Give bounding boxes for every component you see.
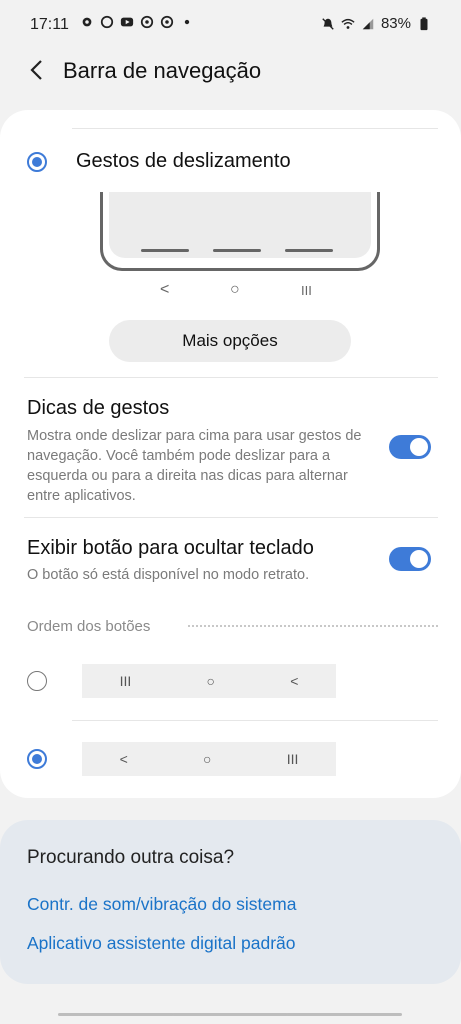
gear-icon: [82, 17, 92, 27]
chevron-left-icon: [30, 60, 42, 80]
signal-icon: [362, 18, 374, 29]
divider: [24, 377, 438, 378]
battery-icon: [420, 16, 428, 30]
button-order-option-1[interactable]: III ○ <: [82, 664, 336, 698]
divider: [24, 517, 438, 518]
hide-keyboard-button-title[interactable]: Exibir botão para ocultar teclado: [27, 537, 314, 560]
preview-back-icon: <: [160, 281, 170, 298]
hide-keyboard-button-description: O botão só está disponível no modo retra…: [27, 567, 310, 583]
divider: [72, 128, 438, 129]
wifi-icon: [341, 18, 355, 29]
section-dotted-line: [188, 625, 438, 627]
related-title: Procurando outra coisa?: [27, 847, 235, 868]
recents-icon: III: [119, 673, 132, 689]
system-gesture-bar: [58, 1013, 174, 1016]
gesture-hint-bar: [213, 249, 261, 252]
back-icon: <: [290, 673, 299, 689]
status-time: 17:11: [30, 16, 69, 33]
page-title: Barra de navegação: [63, 58, 262, 83]
more-options-button[interactable]: Mais opções: [109, 320, 351, 362]
dot-icon: [184, 19, 190, 25]
youtube-icon: [120, 17, 134, 27]
button-order-option-2[interactable]: < ○ III: [82, 742, 336, 776]
related-link-assistant[interactable]: Aplicativo assistente digital padrão: [27, 933, 296, 954]
gesture-hints-description: Mostra onde deslizar para cima para usar…: [27, 428, 362, 504]
gesture-option-label[interactable]: Gestos de deslizamento: [76, 150, 291, 173]
button-order-radio-2[interactable]: [27, 749, 47, 769]
gesture-hint-bar: [285, 249, 333, 252]
gesture-hints-title[interactable]: Dicas de gestos: [27, 397, 169, 420]
gesture-preview-phone: [100, 192, 380, 271]
preview-recents-icon: III: [301, 283, 312, 298]
preview-home-icon: ○: [230, 281, 240, 298]
home-icon: ○: [206, 673, 215, 689]
related-link-sound[interactable]: Contr. de som/vibração do sistema: [27, 894, 296, 915]
gesture-hint-bar: [141, 249, 189, 252]
back-icon: <: [119, 751, 128, 767]
divider: [72, 720, 438, 721]
system-gesture-bar: [172, 1013, 288, 1016]
gesture-hints-toggle[interactable]: [389, 435, 431, 459]
app-icon: [160, 15, 174, 29]
hide-keyboard-button-toggle[interactable]: [389, 547, 431, 571]
back-button[interactable]: [22, 55, 50, 85]
mute-icon: [322, 17, 334, 30]
whatsapp-icon: [100, 15, 114, 29]
button-order-radio-1[interactable]: [27, 671, 47, 691]
status-icons-right: 83%: [321, 15, 431, 32]
recents-icon: III: [286, 751, 299, 767]
battery-percent: 83%: [380, 15, 411, 32]
status-icons-left: [80, 15, 194, 29]
system-gesture-bar: [286, 1013, 402, 1016]
button-order-header: Ordem dos botões: [27, 618, 151, 635]
app-icon: [140, 15, 154, 29]
home-icon: ○: [203, 751, 212, 767]
gesture-option-radio[interactable]: [27, 152, 47, 172]
